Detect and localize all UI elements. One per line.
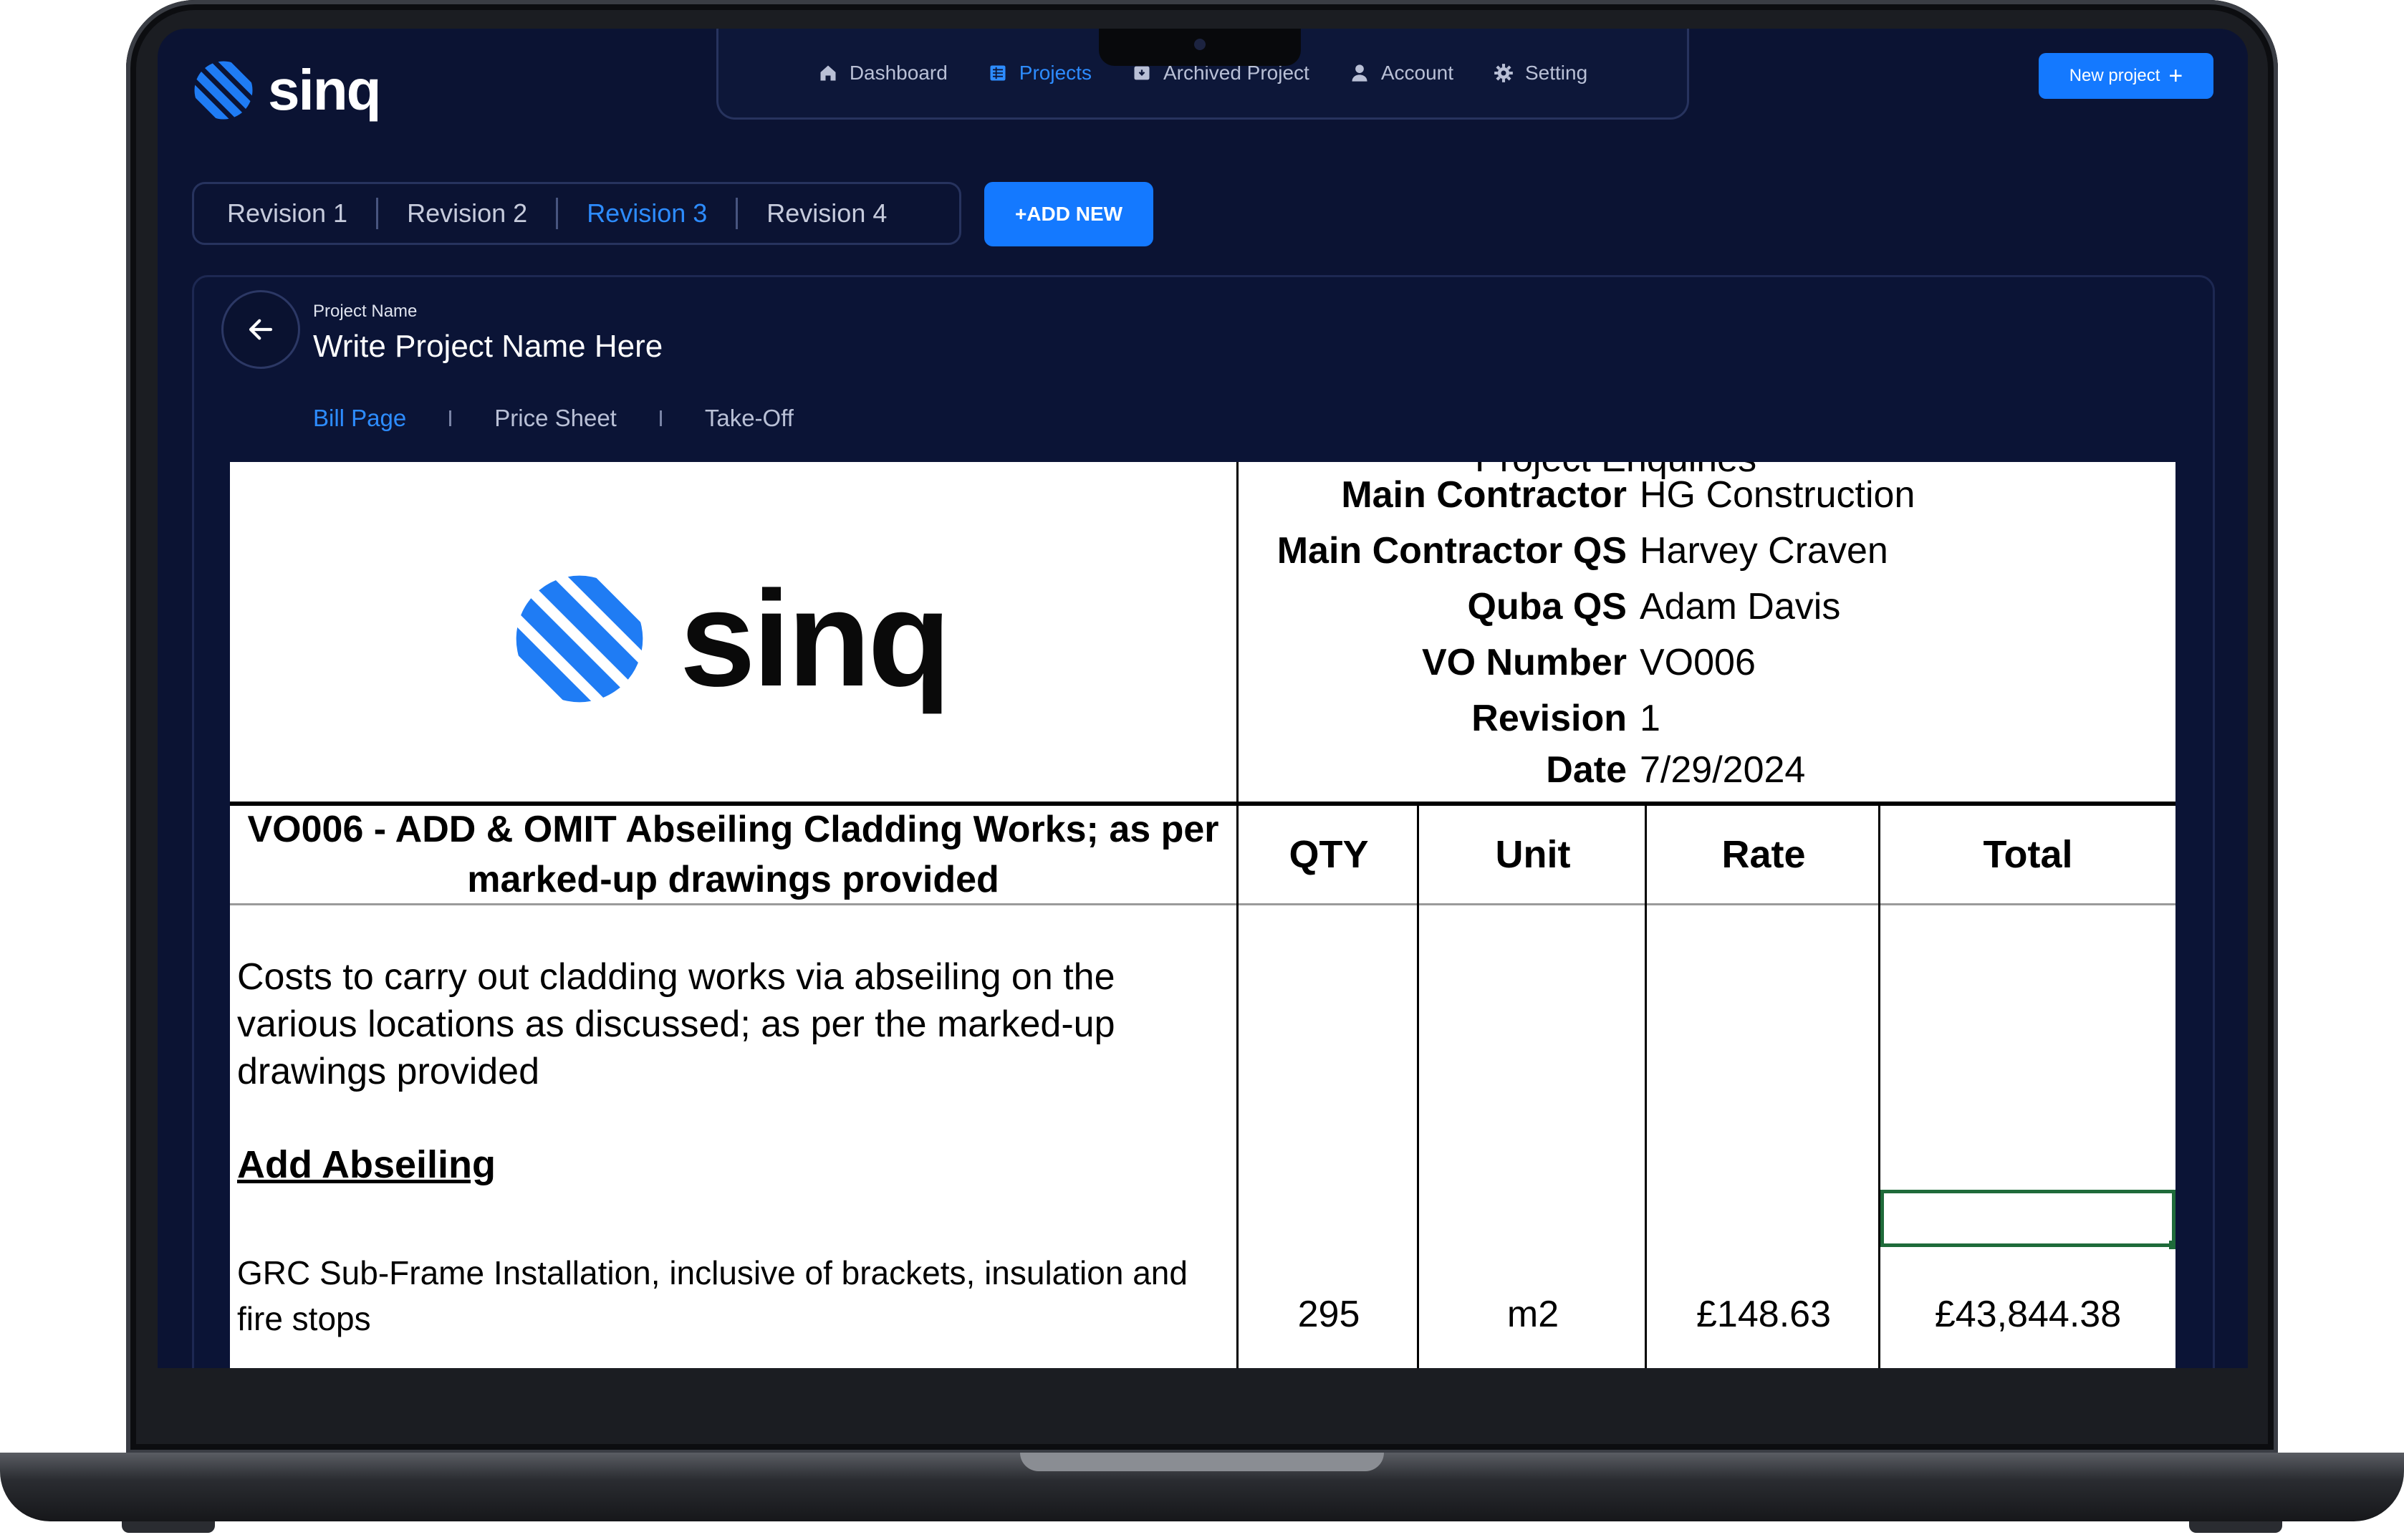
logo-text: sinq (268, 58, 381, 122)
meta-value[interactable]: Adam Davis (1640, 585, 1840, 628)
nav-item-dashboard[interactable]: Dashboard (818, 62, 948, 85)
meta-label: Date (1546, 749, 1627, 791)
column-header-divider (230, 903, 2175, 905)
meta-row-main-contractor-qs: Main Contractor QS Harvey Craven (1239, 529, 1888, 572)
nav-label: Account (1380, 62, 1453, 84)
meta-value[interactable]: 1 (1640, 697, 1660, 740)
project-panel: Project Name Write Project Name Here Bil… (192, 275, 2215, 1368)
sinq-logo-icon (516, 575, 643, 703)
nav-label: Setting (1525, 62, 1588, 84)
back-button[interactable] (221, 290, 300, 369)
project-name-label: Project Name (313, 302, 418, 321)
tab-separator (449, 410, 452, 426)
project-subtabs: Bill Page Price Sheet Take-Off (313, 405, 794, 432)
sheet-logo-text: sinq (680, 563, 951, 715)
laptop-base-notch (1020, 1453, 1384, 1471)
item-description[interactable]: GRC Sub-Frame Installation, inclusive of… (237, 1250, 1226, 1342)
intro-text[interactable]: Costs to carry out cladding works via ab… (237, 953, 1226, 1095)
meta-value[interactable]: 7/29/2024 (1640, 749, 1805, 791)
tab-revision-4[interactable]: Revision 4 (736, 198, 915, 229)
app-logo[interactable]: sinq (192, 57, 381, 123)
item-rate[interactable]: £148.63 (1647, 1293, 1880, 1336)
nav-item-projects[interactable]: Projects (988, 62, 1092, 85)
meta-row-revision: Revision 1 (1239, 697, 1660, 740)
meta-row-main-contractor: Main Contractor HG Construction (1239, 473, 1915, 516)
tab-price-sheet[interactable]: Price Sheet (494, 405, 617, 432)
gear-icon (1494, 64, 1513, 82)
tab-revision-3[interactable]: Revision 3 (556, 198, 736, 229)
column-header-rate: Rate (1721, 833, 1806, 876)
nav-label: Dashboard (849, 62, 948, 84)
bill-sheet[interactable]: sinq Project Enquiries Main Contractor H… (230, 462, 2175, 1368)
column-divider (1417, 806, 1419, 1368)
meta-value[interactable]: HG Construction (1640, 473, 1915, 516)
item-total[interactable]: £43,844.38 (1880, 1293, 2175, 1336)
screen: sinq Dashboard Projects Archived Project… (158, 29, 2248, 1368)
nav-item-account[interactable]: Account (1350, 62, 1453, 85)
description-header: VO006 - ADD & OMIT Abseiling Cladding Wo… (230, 806, 1239, 903)
add-new-revision-button[interactable]: +ADD NEW (984, 182, 1153, 246)
tab-bill-page[interactable]: Bill Page (313, 405, 406, 432)
sinq-logo-icon (194, 61, 253, 120)
column-divider (1645, 806, 1647, 1368)
home-icon (820, 65, 836, 81)
meta-value[interactable]: VO006 (1640, 641, 1756, 684)
nav-item-setting[interactable]: Setting (1494, 62, 1587, 85)
item-qty[interactable]: 295 (1239, 1293, 1419, 1336)
column-header-qty: QTY (1289, 833, 1369, 876)
project-meta: Project Enquiries Main Contractor HG Con… (1239, 462, 2175, 802)
project-name-title[interactable]: Write Project Name Here (313, 329, 663, 365)
camera-icon (1194, 39, 1206, 50)
meta-value[interactable]: Harvey Craven (1640, 529, 1888, 572)
revision-tabs: Revision 1 Revision 2 Revision 3 Revisio… (192, 182, 961, 245)
section-heading[interactable]: Add Abseiling (237, 1142, 496, 1187)
tab-separator (659, 410, 662, 426)
meta-label: VO Number (1421, 642, 1627, 683)
meta-label: Revision (1471, 698, 1627, 739)
tab-take-off[interactable]: Take-Off (705, 405, 794, 432)
column-header-unit: Unit (1495, 833, 1571, 876)
plus-icon: + (2168, 62, 2183, 90)
column-header-total: Total (1983, 833, 2073, 876)
laptop-foot-right (2189, 1521, 2282, 1533)
meta-row-date: Date 7/29/2024 (1239, 749, 1805, 791)
new-project-button[interactable]: New project + (2039, 53, 2213, 99)
column-divider (1236, 806, 1239, 1368)
meta-row-quba-qs: Quba QS Adam Davis (1239, 585, 1841, 628)
meta-row-vo-number: VO Number VO006 (1239, 641, 1756, 684)
sheet-logo-cell: sinq (230, 462, 1239, 802)
archive-icon (1134, 66, 1150, 80)
meta-label: Main Contractor QS (1276, 530, 1627, 572)
camera-notch (1099, 29, 1301, 66)
user-icon (1352, 64, 1367, 82)
nav-label: Projects (1019, 62, 1092, 84)
item-unit[interactable]: m2 (1419, 1293, 1647, 1336)
grid-icon (990, 65, 1006, 81)
arrow-left-icon (249, 319, 273, 340)
laptop-foot-left (122, 1521, 215, 1533)
fill-handle[interactable] (2169, 1241, 2175, 1249)
new-project-label: New project (2069, 66, 2160, 85)
meta-label: Main Contractor (1341, 474, 1627, 516)
tab-revision-1[interactable]: Revision 1 (214, 198, 376, 229)
meta-label: Quba QS (1467, 586, 1627, 627)
sheet-logo: sinq (511, 561, 951, 717)
selected-cell[interactable] (1880, 1190, 2175, 1249)
tab-revision-2[interactable]: Revision 2 (376, 198, 556, 229)
column-divider (1878, 806, 1880, 1368)
